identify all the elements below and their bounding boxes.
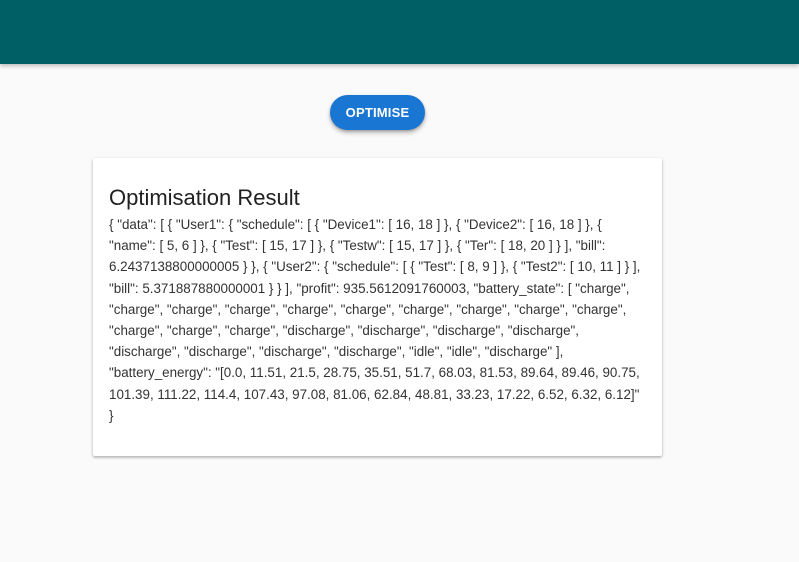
app-bar [0, 0, 799, 64]
result-title: Optimisation Result [109, 185, 300, 210]
optimise-button[interactable]: OPTIMISE [330, 95, 425, 130]
result-card: Optimisation Result { "data": [ { "User1… [93, 158, 662, 456]
result-json-text: { "data": [ { "User1": { "schedule": [ {… [109, 217, 641, 423]
